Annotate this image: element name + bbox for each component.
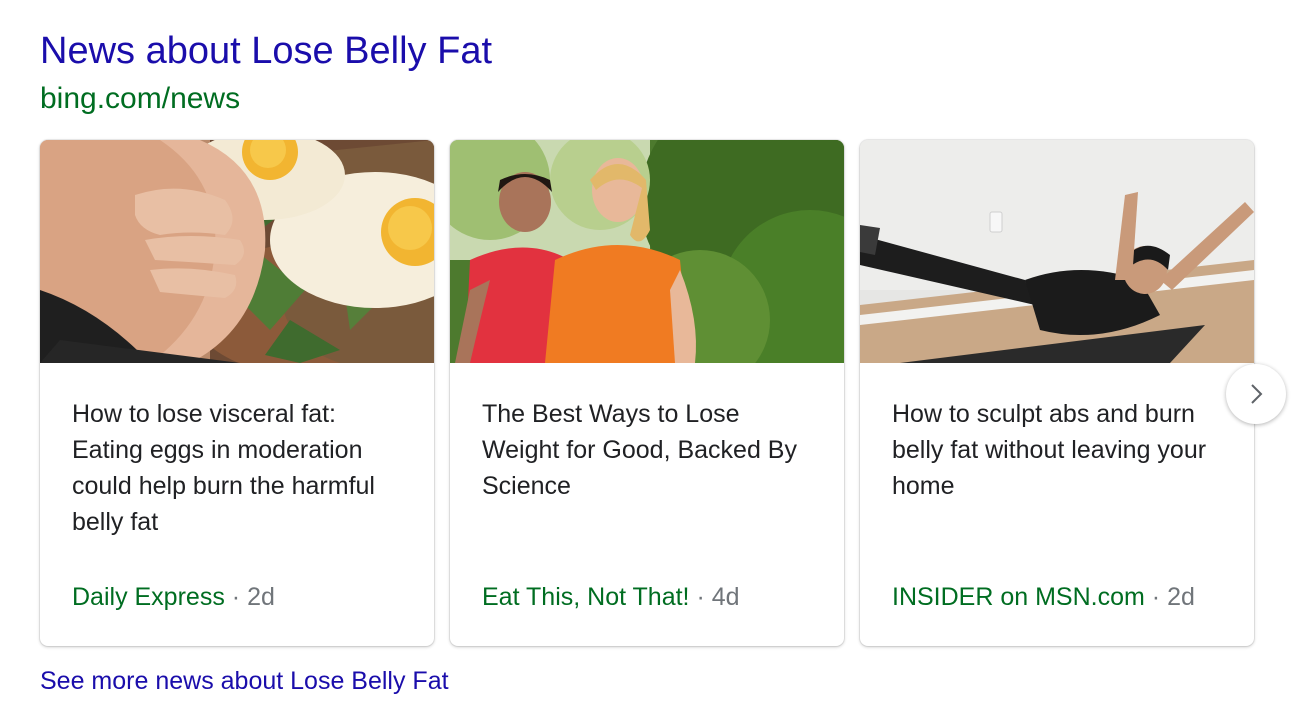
see-more-news-link[interactable]: See more news about Lose Belly Fat — [40, 664, 449, 698]
news-carousel-section: News about Lose Belly Fat bing.com/news — [0, 0, 1296, 714]
news-card-image-abs[interactable] — [860, 140, 1254, 363]
news-card-age: 2d — [247, 583, 275, 611]
meta-separator: · — [696, 583, 705, 611]
news-card-headline[interactable]: How to sculpt abs and burn belly fat wit… — [892, 396, 1232, 504]
news-card[interactable]: How to sculpt abs and burn belly fat wit… — [860, 140, 1254, 646]
meta-separator: · — [1151, 583, 1161, 611]
news-card[interactable]: How to lose visceral fat: Eating eggs in… — [40, 140, 434, 646]
news-card-meta: Daily Express · 2d — [72, 580, 275, 614]
man-exercising-photo — [860, 140, 1254, 363]
meta-separator: · — [231, 583, 241, 611]
source-url: bing.com/news — [40, 82, 241, 115]
women-walking-photo — [450, 140, 844, 363]
news-card-meta: INSIDER on MSN.com · 2d — [892, 580, 1195, 614]
news-card-image-walkers[interactable] — [450, 140, 844, 363]
section-title-link[interactable]: News about Lose Belly Fat — [40, 26, 492, 76]
news-card-publisher: Eat This, Not That! — [482, 583, 690, 611]
news-card-headline[interactable]: The Best Ways to Lose Weight for Good, B… — [482, 396, 822, 504]
news-card-age: 2d — [1167, 583, 1195, 611]
news-cards: How to lose visceral fat: Eating eggs in… — [40, 140, 1256, 648]
eggs-photo — [40, 140, 434, 363]
chevron-right-icon — [1251, 384, 1263, 404]
news-card-headline[interactable]: How to lose visceral fat: Eating eggs in… — [72, 396, 412, 540]
news-card[interactable]: The Best Ways to Lose Weight for Good, B… — [450, 140, 844, 646]
news-card-age: 4d — [711, 583, 740, 611]
carousel-next-button[interactable] — [1226, 364, 1286, 424]
news-card-meta: Eat This, Not That! · 4d — [482, 580, 740, 614]
news-card-publisher: INSIDER on MSN.com — [892, 583, 1145, 611]
news-card-image-eggs[interactable] — [40, 140, 434, 363]
news-card-publisher: Daily Express — [72, 583, 225, 611]
